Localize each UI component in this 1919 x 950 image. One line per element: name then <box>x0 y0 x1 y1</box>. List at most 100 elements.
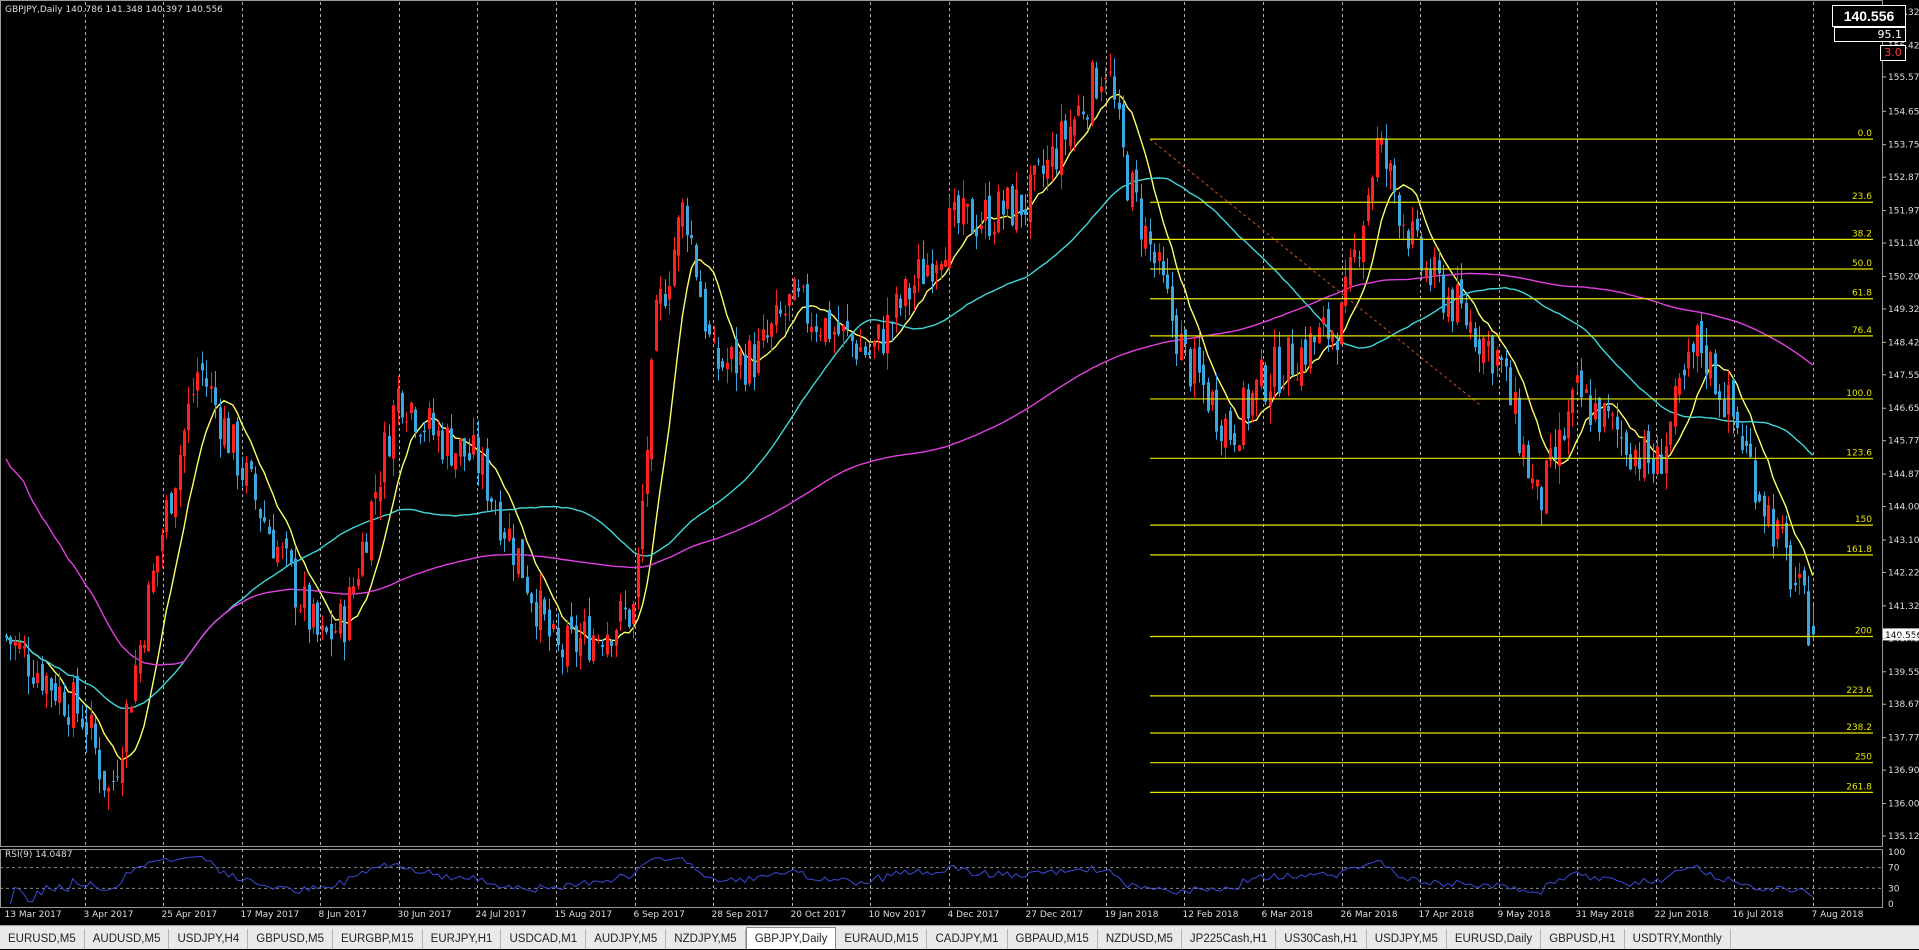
candle-body <box>254 473 257 501</box>
candle-body <box>1567 411 1570 439</box>
chart-tab-gbpusd-m5[interactable]: GBPUSD,M5 <box>248 929 334 949</box>
chart-tab-audjpy-m5[interactable]: AUDJPY,M5 <box>586 929 667 949</box>
candle-body <box>432 412 435 436</box>
chart-tab-eurusd-daily[interactable]: EURUSD,Daily <box>1447 929 1542 949</box>
candle-body <box>1683 369 1686 376</box>
ma-fast-line <box>5 93 1814 761</box>
candle-body <box>851 334 854 341</box>
candle-body <box>1264 365 1267 402</box>
candle-body <box>383 432 386 483</box>
chart-tab-usdtry-monthly[interactable]: USDTRY,Monthly <box>1625 929 1731 949</box>
candle-body <box>334 630 337 633</box>
candle-body <box>67 717 70 725</box>
candle-body <box>1772 508 1775 547</box>
candle-body <box>1278 346 1281 394</box>
candle-body <box>779 309 782 314</box>
candle-body <box>1389 163 1392 172</box>
candle-body <box>303 586 306 608</box>
date-tick-label: 17 Apr 2018 <box>1419 910 1475 920</box>
candle-body <box>1527 444 1530 479</box>
candle-body <box>526 576 529 594</box>
date-tick-label: 22 Jun 2018 <box>1655 910 1709 920</box>
chart-tab-gbpusd-h1[interactable]: GBPUSD,H1 <box>1541 929 1625 949</box>
candle-body <box>357 578 360 586</box>
candle-body <box>548 609 551 637</box>
chart-tab-euraud-m15[interactable]: EURAUD,M15 <box>836 929 928 949</box>
candle-body <box>499 501 502 541</box>
candle-body <box>134 665 137 701</box>
candle-body <box>984 200 987 222</box>
candle-body <box>241 467 244 480</box>
fib-level-label: 61.8 <box>1852 289 1872 299</box>
chart-tab-nzdusd-m5[interactable]: NZDUSD,M5 <box>1098 929 1182 949</box>
candle-body <box>806 284 809 324</box>
candle-body <box>757 340 760 373</box>
chart-tab-eurgbp-m15[interactable]: EURGBP,M15 <box>333 929 423 949</box>
candle-body <box>1700 321 1703 354</box>
candle-body <box>833 331 836 335</box>
candle-body <box>530 593 533 604</box>
chart-tab-usdjpy-m5[interactable]: USDJPY,M5 <box>1367 929 1447 949</box>
candle-body <box>139 644 142 674</box>
candle-body <box>1104 78 1107 80</box>
candle-body <box>726 362 729 370</box>
candle-body <box>535 602 538 627</box>
fib-level-label: 38.2 <box>1852 229 1872 239</box>
chart-tab-usdcad-m1[interactable]: USDCAD,M1 <box>501 929 587 949</box>
candle-body <box>570 616 573 630</box>
candle-body <box>988 195 991 237</box>
candle-body <box>1438 260 1441 274</box>
candle-body <box>1046 159 1049 179</box>
candle-body <box>392 405 395 459</box>
chart-tab-us30cash-h1[interactable]: US30Cash,H1 <box>1276 929 1367 949</box>
price-tick-label: 151.975 <box>1888 207 1919 217</box>
candle-body <box>610 640 613 647</box>
candle-body <box>1358 257 1361 259</box>
candle-body <box>1069 126 1072 147</box>
candle-body <box>1433 256 1436 277</box>
candle-body <box>214 387 217 405</box>
candle-body <box>748 340 751 384</box>
candle-body <box>908 287 911 300</box>
chart-tab-nzdjpy-m5[interactable]: NZDJPY,M5 <box>666 929 746 949</box>
fib-level-label: 223.6 <box>1846 686 1872 696</box>
candle-body <box>1656 446 1659 474</box>
candle-body <box>575 625 578 652</box>
candle-body <box>877 324 880 340</box>
chart-header: GBPJPY,Daily 140.786 141.348 140.397 140… <box>5 5 223 15</box>
candle-body <box>330 623 333 640</box>
chart-tab-eurjpy-h1[interactable]: EURJPY,H1 <box>423 929 502 949</box>
rsi-panel-border <box>0 849 1883 908</box>
chart-tab-audusd-m5[interactable]: AUDUSD,M5 <box>85 929 170 949</box>
candle-body <box>592 635 595 662</box>
candle-body <box>1500 357 1503 361</box>
chart-tab-jp225cash-h1[interactable]: JP225Cash,H1 <box>1182 929 1277 949</box>
candle-body <box>873 341 876 347</box>
candle-body <box>352 586 355 594</box>
candle-body <box>18 642 21 649</box>
chart-tab-gbpjpy-daily[interactable]: GBPJPY,Daily <box>745 927 837 949</box>
candle-body <box>285 538 288 549</box>
candle-body <box>472 435 475 455</box>
candle-body <box>1207 382 1210 412</box>
candle-body <box>1189 349 1192 387</box>
fibonacci-retracement[interactable]: 0.0 23.6 38.2 50.0 61.8 76.4 100.0 123.6 150 161.… <box>1149 129 1919 793</box>
candle-body <box>615 630 618 646</box>
candle-body <box>579 638 582 656</box>
candle-body <box>566 625 569 667</box>
candle-body <box>1002 200 1005 215</box>
candle-body <box>521 539 524 579</box>
chart-tab-gbpaud-m15[interactable]: GBPAUD,M15 <box>1008 929 1098 949</box>
candle-body <box>343 606 346 643</box>
price-chart[interactable]: 0.0 23.6 38.2 50.0 61.8 76.4 100.0 123.6 150 161.… <box>0 0 1919 925</box>
chart-tab-eurusd-m5[interactable]: EURUSD,M5 <box>0 929 85 949</box>
chart-tab-cadjpy-m1[interactable]: CADJPY,M1 <box>927 929 1008 949</box>
candle-body <box>1536 479 1539 487</box>
candle-body <box>32 677 35 684</box>
chart-tabs-bar: EURUSD,M5 AUDUSD,M5 USDJPY,H4 GBPUSD,M5 EURG… <box>0 925 1919 949</box>
chart-tab-usdjpy-h4[interactable]: USDJPY,H4 <box>169 929 249 949</box>
candle-body <box>468 452 471 461</box>
candle-body <box>583 621 586 634</box>
candle-body <box>1353 249 1356 257</box>
candle-body <box>276 546 279 563</box>
